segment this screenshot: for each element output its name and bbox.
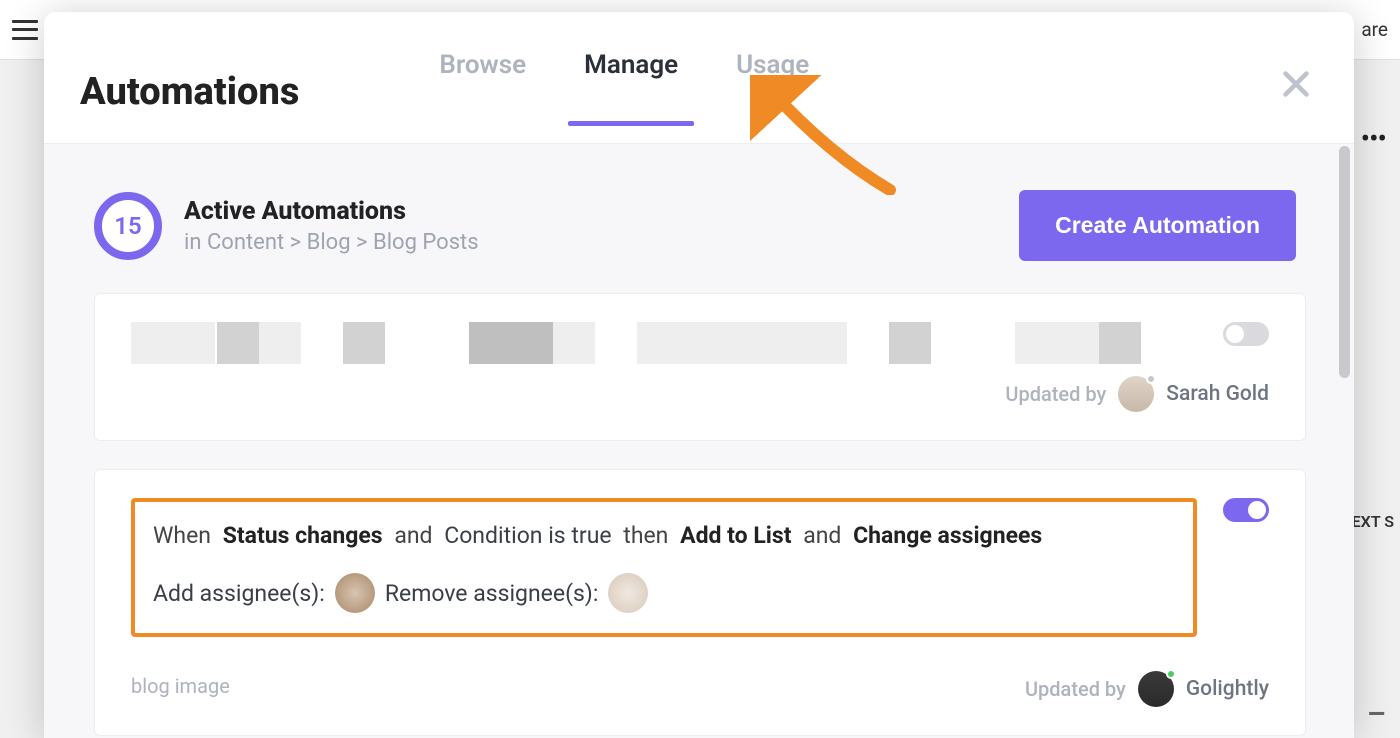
tab-browse[interactable]: Browse [439, 50, 526, 126]
remove-assignees-label: Remove assignee(s): [385, 580, 599, 607]
hamburger-icon[interactable] [12, 20, 38, 40]
redacted-content [131, 322, 1269, 366]
automation-toggle-2[interactable] [1223, 498, 1269, 522]
updated-by-label: Updated by [1025, 677, 1126, 701]
updater-name-1: Sarah Gold [1166, 382, 1269, 406]
tab-manage[interactable]: Manage [584, 50, 678, 126]
breadcrumb: in Content > Blog > Blog Posts [184, 230, 479, 255]
summary-text: Active Automations in Content > Blog > B… [184, 197, 479, 255]
avatar [1138, 671, 1174, 707]
scrollbar-thumb[interactable] [1339, 146, 1350, 378]
create-automation-button[interactable]: Create Automation [1019, 190, 1296, 261]
status-online-icon [1166, 669, 1176, 679]
automation-card-1[interactable]: Updated by Sarah Gold [94, 293, 1306, 441]
highlighted-rule-box: When Status changes and Condition is tru… [131, 498, 1197, 637]
share-text-partial: are [1361, 18, 1388, 41]
assignees-line: Add assignee(s): Remove assignee(s): [153, 573, 1175, 613]
automation-toggle-1[interactable] [1223, 322, 1269, 346]
more-icon[interactable]: ••• [1361, 122, 1386, 155]
updated-by-row-2: Updated by Golightly [1025, 671, 1269, 707]
automation-tag: blog image [131, 674, 230, 698]
automations-modal: Automations Browse Manage Usage 15 Activ… [44, 12, 1354, 738]
automation-card-2[interactable]: When Status changes and Condition is tru… [94, 469, 1306, 736]
automation-count-badge: 15 [94, 192, 162, 260]
modal-header: Automations Browse Manage Usage [44, 12, 1354, 144]
background-side-text: EXT S [1352, 512, 1394, 531]
add-assignees-label: Add assignee(s): [153, 580, 325, 607]
assignee-avatar-add [335, 573, 375, 613]
automation-rule-text: When Status changes and Condition is tru… [153, 516, 1175, 555]
tab-usage[interactable]: Usage [736, 50, 809, 126]
active-automations-heading: Active Automations [184, 197, 479, 226]
assignee-avatar-remove [608, 573, 648, 613]
updated-by-label: Updated by [1005, 382, 1106, 406]
status-offline-icon [1146, 374, 1156, 384]
modal-tabs: Browse Manage Usage [439, 40, 809, 143]
close-icon[interactable] [1278, 66, 1314, 102]
summary-left: 15 Active Automations in Content > Blog … [94, 192, 479, 260]
background-minus: – [1367, 697, 1386, 732]
updater-name-2: Golightly [1186, 677, 1269, 701]
avatar [1118, 376, 1154, 412]
summary-row: 15 Active Automations in Content > Blog … [94, 190, 1306, 261]
modal-title: Automations [80, 70, 299, 114]
modal-body: 15 Active Automations in Content > Blog … [44, 144, 1354, 738]
card-2-footer: blog image Updated by Golightly [131, 665, 1269, 707]
updated-by-row-1: Updated by Sarah Gold [131, 376, 1269, 412]
